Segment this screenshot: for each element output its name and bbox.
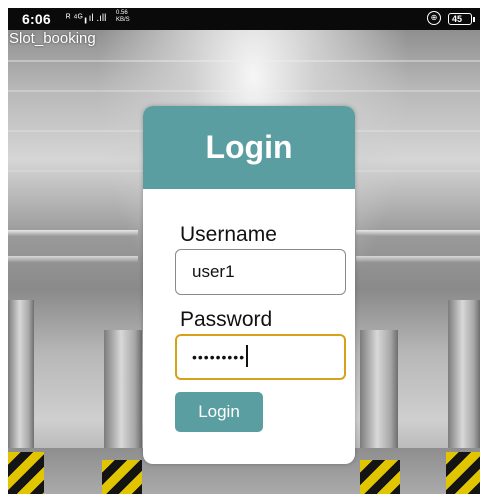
login-button[interactable]: Login (175, 392, 263, 432)
pillar (104, 330, 142, 460)
text-caret (246, 345, 249, 367)
battery-icon: 45 (448, 13, 472, 25)
status-time: 6:06 (22, 11, 51, 27)
pillar (360, 330, 398, 460)
pipe (8, 230, 138, 236)
ceiling-beam (8, 60, 480, 62)
login-heading: Login (143, 106, 355, 189)
ceiling-beam (8, 90, 480, 92)
signal-icon: ᴿ ⁴ᴳ╻ıl .ıll (66, 13, 107, 24)
app-title: Slot_booking (9, 30, 96, 47)
pipe (8, 256, 138, 262)
password-input[interactable]: ••••••••• (175, 334, 346, 380)
hazard-stripes (446, 452, 480, 494)
login-card: Login Username user1 Password ••••••••• … (143, 106, 355, 464)
battery-tip (473, 17, 475, 22)
hazard-stripes (360, 460, 400, 494)
password-value: ••••••••• (192, 349, 246, 365)
password-label: Password (180, 308, 273, 331)
username-label: Username (180, 223, 277, 246)
hazard-stripes (8, 452, 44, 494)
username-input[interactable]: user1 (175, 249, 346, 295)
pipe (356, 256, 480, 262)
network-speed: 0.56 KB/S (116, 10, 130, 24)
hazard-stripes (102, 460, 142, 494)
pipe (356, 230, 480, 236)
username-value: user1 (192, 262, 235, 281)
battery-level: 45 (452, 14, 463, 24)
vpn-icon: ⊕ (427, 11, 441, 25)
pillar (8, 300, 34, 460)
network-speed-value: 0.56 (116, 10, 128, 16)
status-bar: 6:06 ᴿ ⁴ᴳ╻ıl .ıll 0.56 KB/S ⊕ 45 (8, 8, 480, 30)
network-speed-unit: KB/S (116, 17, 130, 23)
pillar (448, 300, 480, 460)
